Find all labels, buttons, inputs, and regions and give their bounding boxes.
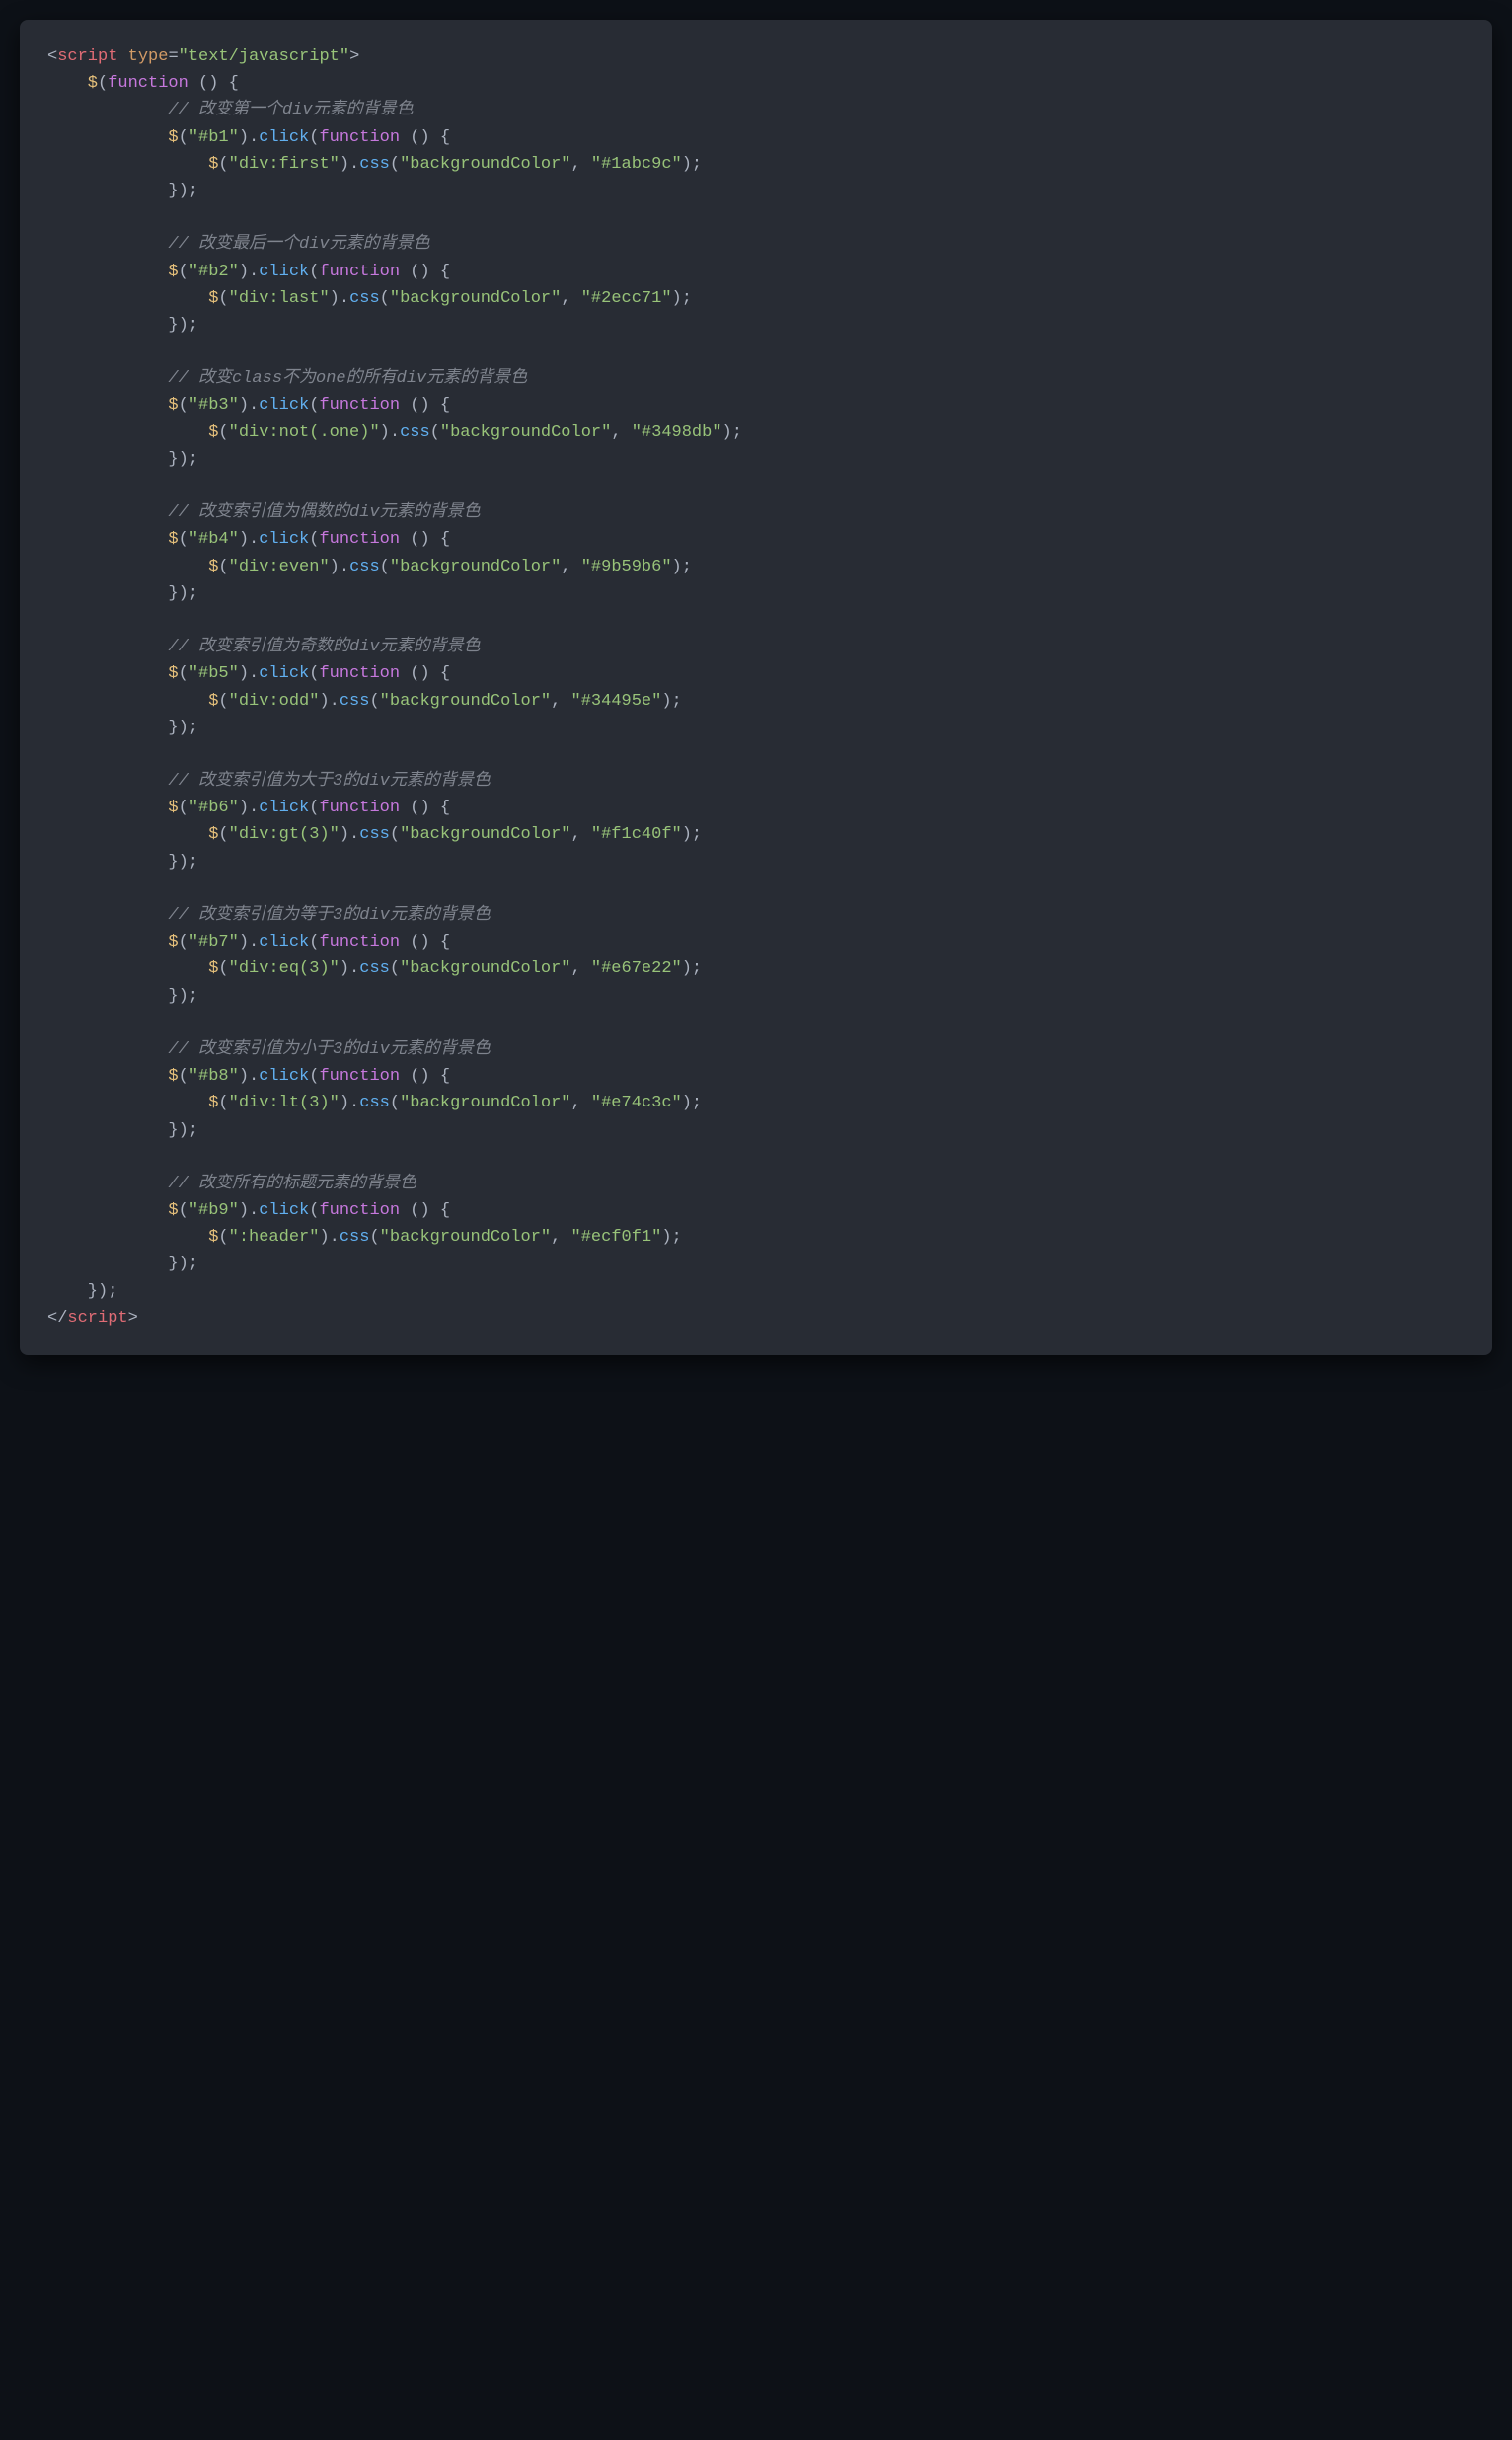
code-line: $("#b4").click(function () { <box>47 526 1465 553</box>
code-line: }); <box>47 1251 1465 1277</box>
code-line: $(":header").css("backgroundColor", "#ec… <box>47 1224 1465 1251</box>
code-line: // 改变索引值为大于3的div元素的背景色 <box>47 768 1465 795</box>
code-line: // 改变索引值为偶数的div元素的背景色 <box>47 499 1465 526</box>
code-line: // 改变索引值为奇数的div元素的背景色 <box>47 634 1465 660</box>
code-line: // 改变索引值为小于3的div元素的背景色 <box>47 1036 1465 1063</box>
code-line <box>47 607 1465 634</box>
code-line <box>47 204 1465 231</box>
code-line: $(function () { <box>47 70 1465 97</box>
code-line: }); <box>47 849 1465 876</box>
code-line: }); <box>47 983 1465 1010</box>
code-line: $("#b1").click(function () { <box>47 124 1465 151</box>
code-line: }); <box>47 580 1465 607</box>
code-line: <script type="text/javascript"> <box>47 43 1465 70</box>
code-line <box>47 1144 1465 1171</box>
code-line: // 改变索引值为等于3的div元素的背景色 <box>47 902 1465 929</box>
code-line <box>47 741 1465 768</box>
code-line: }); <box>47 1117 1465 1144</box>
code-line: $("#b3").click(function () { <box>47 392 1465 419</box>
code-line: // 改变所有的标题元素的背景色 <box>47 1171 1465 1197</box>
code-line: $("div:even").css("backgroundColor", "#9… <box>47 554 1465 580</box>
code-block: <script type="text/javascript">$(functio… <box>20 20 1492 1355</box>
code-line <box>47 339 1465 365</box>
code-line: $("#b5").click(function () { <box>47 660 1465 687</box>
code-line: $("#b2").click(function () { <box>47 259 1465 285</box>
code-line: }); <box>47 446 1465 473</box>
code-line: $("div:lt(3)").css("backgroundColor", "#… <box>47 1090 1465 1116</box>
code-line: // 改变class不为one的所有div元素的背景色 <box>47 365 1465 392</box>
code-line: $("#b7").click(function () { <box>47 929 1465 955</box>
code-line: }); <box>47 312 1465 339</box>
code-line: $("#b9").click(function () { <box>47 1197 1465 1224</box>
code-line: $("div:not(.one)").css("backgroundColor"… <box>47 419 1465 446</box>
code-line <box>47 876 1465 902</box>
code-line: $("#b6").click(function () { <box>47 795 1465 821</box>
code-line: $("div:gt(3)").css("backgroundColor", "#… <box>47 821 1465 848</box>
code-line: // 改变第一个div元素的背景色 <box>47 97 1465 123</box>
code-line: </script> <box>47 1305 1465 1332</box>
code-line <box>47 1010 1465 1036</box>
code-line: $("div:first").css("backgroundColor", "#… <box>47 151 1465 178</box>
code-line: $("div:eq(3)").css("backgroundColor", "#… <box>47 955 1465 982</box>
code-line: $("div:odd").css("backgroundColor", "#34… <box>47 688 1465 715</box>
code-line: $("#b8").click(function () { <box>47 1063 1465 1090</box>
code-line: }); <box>47 178 1465 204</box>
code-line <box>47 473 1465 499</box>
code-line: // 改变最后一个div元素的背景色 <box>47 231 1465 258</box>
code-line: }); <box>47 1278 1465 1305</box>
code-line: }); <box>47 715 1465 741</box>
code-line: $("div:last").css("backgroundColor", "#2… <box>47 285 1465 312</box>
